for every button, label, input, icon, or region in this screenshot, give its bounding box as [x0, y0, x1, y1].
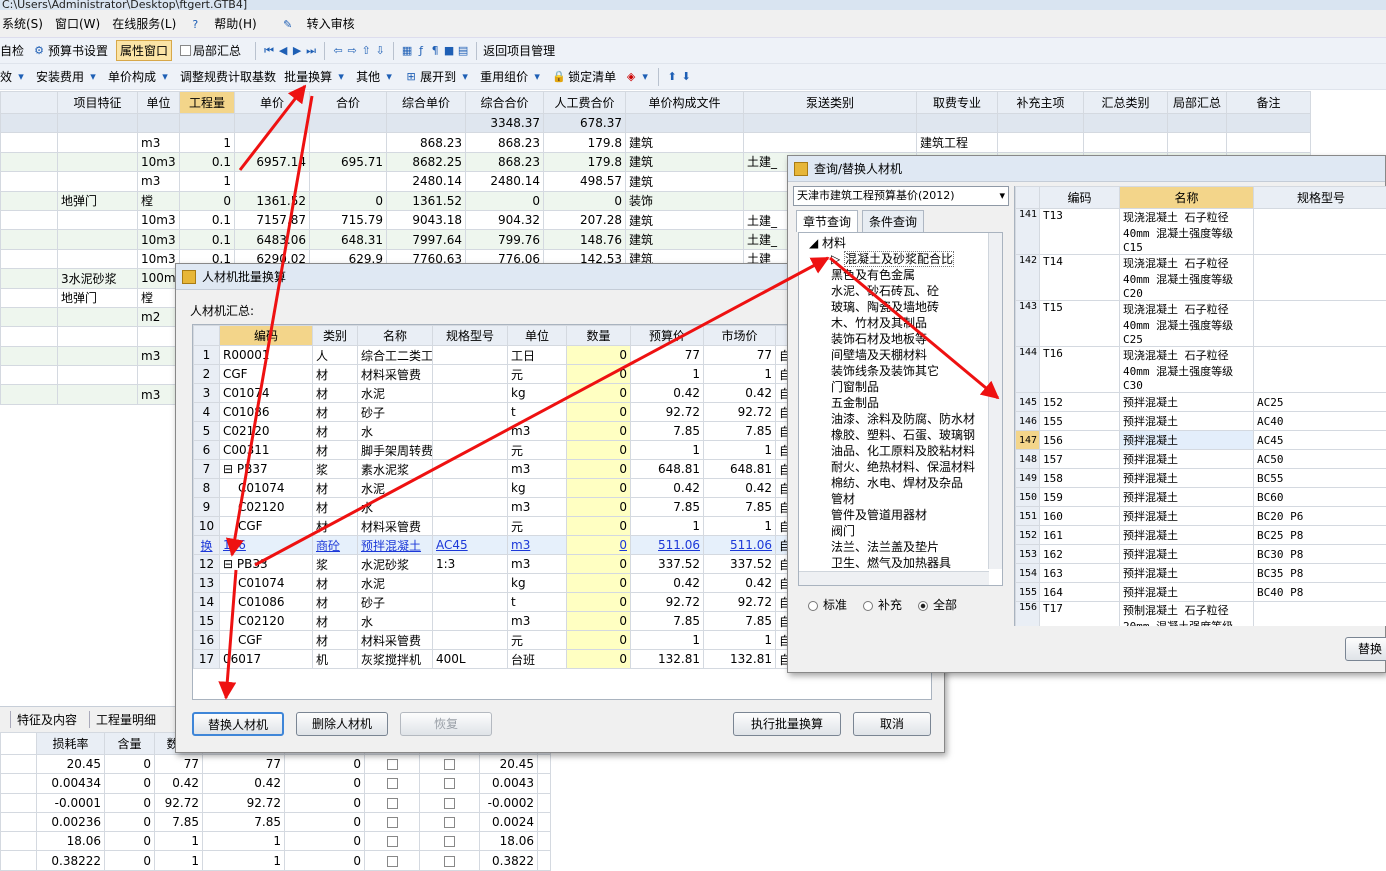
arrow-to-replace-button — [226, 570, 236, 698]
annotation-arrows — [0, 0, 1386, 862]
arrow-to-ac45 — [830, 258, 998, 398]
arrow-to-batch-replace — [240, 86, 305, 170]
arrow-to-concrete-category — [255, 258, 828, 565]
